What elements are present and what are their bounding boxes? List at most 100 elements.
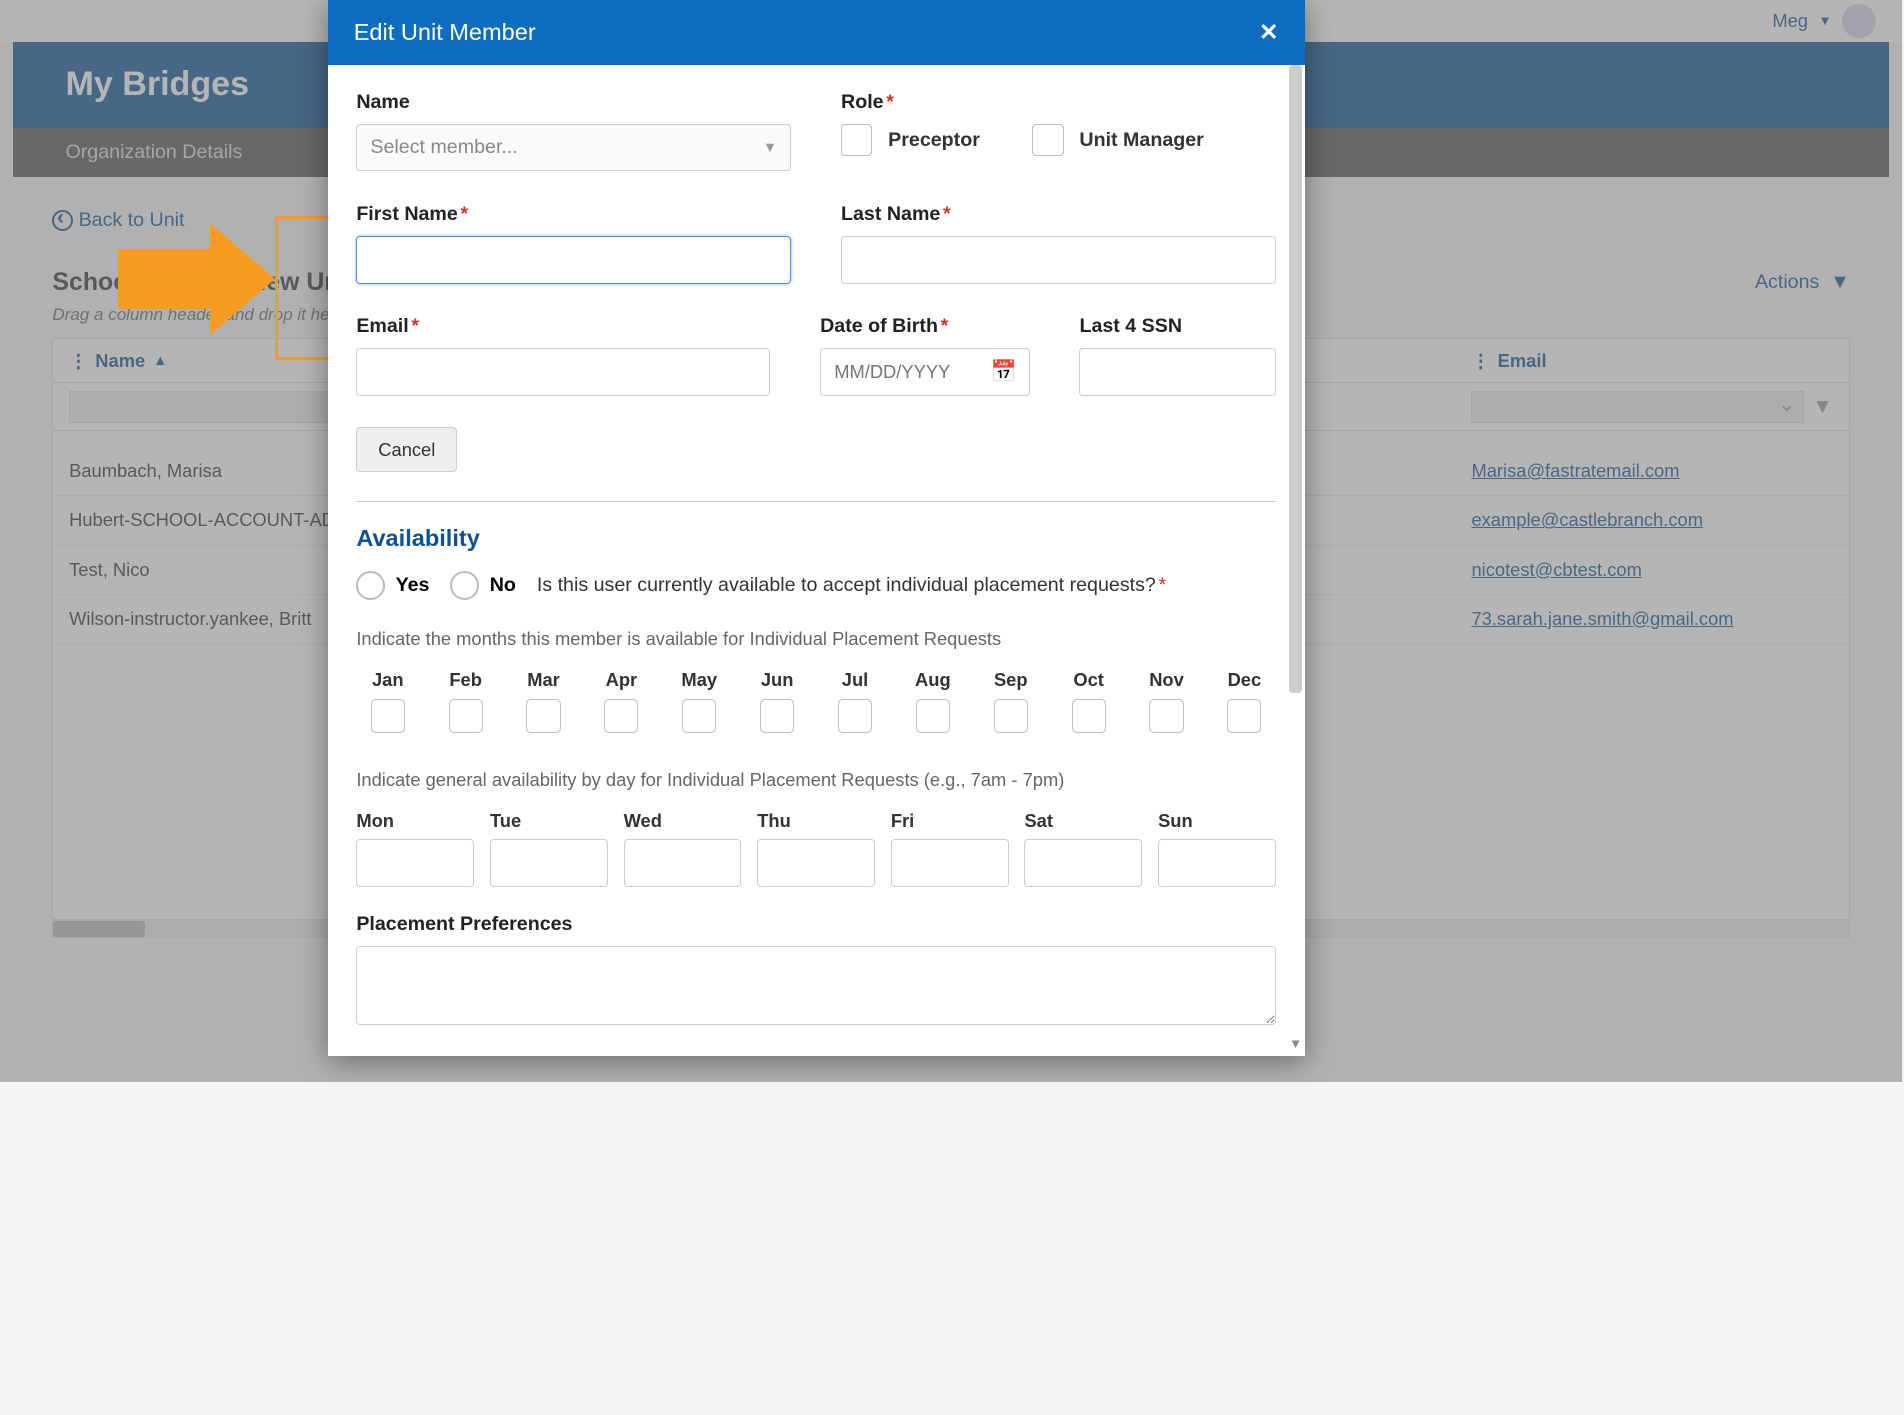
last-name-label-text: Last Name [841,203,940,225]
yes-label: Yes [396,574,430,597]
day-sun-input[interactable] [1158,839,1276,886]
col-header-email[interactable]: ⋮ Email [1456,339,1849,382]
breadcrumb: Organization Details [65,141,242,163]
col-email-label: Email [1498,350,1547,372]
scrollbar-thumb[interactable] [1289,65,1302,694]
dob-label-text: Date of Birth [820,315,938,337]
availability-yes-radio[interactable] [356,571,385,600]
caret-down-icon: ▼ [1818,13,1831,28]
name-label-text: Name [356,91,410,113]
row-email[interactable]: nicotest@cbtest.com [1471,559,1641,580]
day-label: Sun [1158,810,1276,832]
avail-q-text: Is this user currently available to acce… [537,574,1156,596]
ssn-label: Last 4 SSN [1079,315,1275,338]
edit-unit-member-modal: Edit Unit Member ✕ Name Select member...… [328,0,1305,1056]
month-label: Apr [590,669,653,691]
modal-header: Edit Unit Member ✕ [328,0,1305,65]
placement-pref-textarea[interactable] [356,946,1276,1025]
month-feb-checkbox[interactable] [449,699,483,733]
arrow-right-icon [210,223,275,335]
unit-manager-checkbox[interactable] [1032,124,1063,155]
close-icon[interactable]: ✕ [1259,18,1279,46]
divider [356,501,1276,502]
days-row: Mon Tue Wed Thu Fri Sat Sun [356,810,1276,887]
month-jun-checkbox[interactable] [760,699,794,733]
month-dec-checkbox[interactable] [1227,699,1261,733]
filter-icon[interactable]: ▼ [1812,395,1833,419]
select-placeholder: Select member... [370,136,517,159]
role-label-text: Role [841,91,884,113]
day-tue-input[interactable] [490,839,608,886]
name-label: Name [356,91,791,114]
col-name-label: Name [95,350,145,372]
month-label: Feb [434,669,497,691]
unit-manager-label: Unit Manager [1079,129,1203,152]
month-nov-checkbox[interactable] [1149,699,1183,733]
first-name-label: First Name* [356,203,791,226]
sort-asc-icon: ▲ [153,353,167,369]
month-mar-checkbox[interactable] [526,699,560,733]
back-link-label: Back to Unit [79,209,185,232]
month-may-checkbox[interactable] [682,699,716,733]
no-label: No [490,574,516,597]
day-wed-input[interactable] [624,839,742,886]
month-label: Jan [356,669,419,691]
month-sep-checkbox[interactable] [994,699,1028,733]
month-label: Aug [901,669,964,691]
month-label: May [668,669,731,691]
cancel-button[interactable]: Cancel [356,427,457,472]
modal-title: Edit Unit Member [354,19,536,46]
actions-dropdown[interactable]: Actions ▼ [1755,271,1850,294]
preceptor-checkbox[interactable] [841,124,872,155]
placement-pref-label: Placement Preferences [356,913,1276,936]
month-label: Dec [1213,669,1276,691]
chevron-left-icon [52,210,73,231]
preceptor-label: Preceptor [888,129,980,152]
month-aug-checkbox[interactable] [916,699,950,733]
last-name-label: Last Name* [841,203,1276,226]
row-email[interactable]: 73.sarah.jane.smith@gmail.com [1471,608,1733,629]
first-name-input[interactable] [356,236,791,283]
month-label: Oct [1057,669,1120,691]
days-hint: Indicate general availability by day for… [356,769,1276,791]
scroll-down-icon[interactable]: ▼ [1289,1036,1302,1051]
day-label: Mon [356,810,474,832]
month-jan-checkbox[interactable] [371,699,405,733]
first-name-label-text: First Name [356,203,458,225]
month-label: Jul [824,669,887,691]
user-menu[interactable]: Meg [1772,10,1808,32]
ssn-input[interactable] [1079,348,1275,395]
day-label: Thu [757,810,875,832]
email-input[interactable] [356,348,770,395]
drag-handle-icon: ⋮ [69,350,87,372]
day-thu-input[interactable] [757,839,875,886]
month-jul-checkbox[interactable] [838,699,872,733]
day-label: Tue [490,810,608,832]
month-oct-checkbox[interactable] [1072,699,1106,733]
chevron-down-icon: ▼ [763,140,777,156]
month-label: Sep [979,669,1042,691]
month-apr-checkbox[interactable] [604,699,638,733]
month-label: Mar [512,669,575,691]
filter-email-input[interactable] [1471,391,1804,422]
role-label: Role* [841,91,1276,114]
email-label-text: Email [356,315,408,337]
availability-heading: Availability [356,525,1276,552]
last-name-input[interactable] [841,236,1276,283]
member-select[interactable]: Select member... ▼ [356,124,791,171]
month-label: Jun [746,669,809,691]
day-sat-input[interactable] [1024,839,1142,886]
day-label: Wed [624,810,742,832]
day-label: Sat [1024,810,1142,832]
row-email[interactable]: example@castlebranch.com [1471,509,1703,530]
calendar-icon[interactable]: 📅 [991,360,1017,384]
availability-question: Is this user currently available to acce… [537,574,1166,597]
drag-handle-icon: ⋮ [1471,350,1489,372]
actions-label: Actions [1755,271,1819,293]
avatar[interactable] [1842,4,1876,38]
day-mon-input[interactable] [356,839,474,886]
months-row: Jan Feb Mar Apr May Jun Jul Aug Sep Oct … [356,669,1276,733]
availability-no-radio[interactable] [450,571,479,600]
day-fri-input[interactable] [891,839,1009,886]
row-email[interactable]: Marisa@fastratemail.com [1471,460,1679,481]
